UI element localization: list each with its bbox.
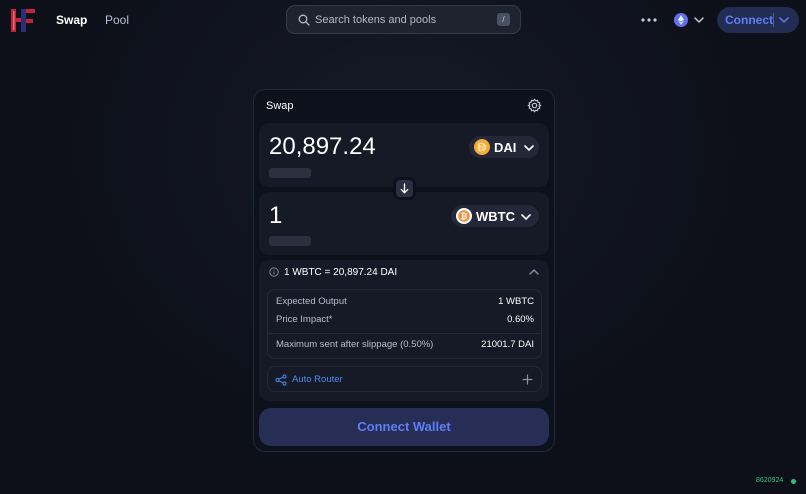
output-token-selector[interactable]: ₿ WBTC: [451, 205, 539, 227]
router-icon: [275, 374, 287, 386]
max-sent-row: Maximum sent after slippage (0.50%) 2100…: [276, 339, 534, 353]
swap-card: Swap 20,897.24 DAI 1 ₿ WBTC 1 WBTC = 20,…: [253, 89, 555, 452]
output-usd-placeholder: [269, 236, 311, 246]
nav-pool[interactable]: Pool: [105, 13, 129, 27]
output-panel: 1 ₿ WBTC: [259, 192, 549, 255]
search-bar[interactable]: /: [286, 5, 521, 34]
max-sent-label: Maximum sent after slippage (0.50%): [276, 339, 434, 350]
chevron-down-icon: [694, 17, 704, 24]
price-impact-row: Price Impact* 0.60%: [276, 314, 534, 328]
connect-label: Connect: [725, 13, 773, 27]
ethereum-icon: [674, 13, 688, 27]
expected-output-row: Expected Output 1 WBTC: [276, 296, 534, 310]
chevron-up-icon[interactable]: [529, 268, 539, 276]
switch-tokens-button[interactable]: [393, 177, 416, 200]
exchange-rate[interactable]: 1 WBTC = 20,897.24 DAI: [284, 267, 397, 278]
auto-router-label: Auto Router: [292, 374, 343, 385]
gear-icon[interactable]: [527, 98, 542, 113]
search-input[interactable]: [315, 10, 490, 30]
connect-divider: [773, 13, 774, 27]
wbtc-icon: ₿: [456, 208, 472, 224]
input-token-symbol: DAI: [494, 140, 517, 155]
hf-logo-icon[interactable]: [10, 8, 36, 33]
price-impact-value: 0.60%: [507, 314, 534, 325]
connect-button[interactable]: Connect: [717, 7, 799, 33]
expected-output-label: Expected Output: [276, 296, 347, 307]
arrow-down-icon: [400, 183, 409, 194]
chevron-down-icon: [524, 145, 534, 152]
swap-title: Swap: [266, 100, 294, 112]
nav-swap[interactable]: Swap: [56, 13, 87, 27]
max-sent-value: 21001.7 DAI: [481, 339, 534, 350]
output-token-symbol: WBTC: [476, 209, 515, 224]
status-dot: [791, 479, 796, 484]
trade-details-box: Expected Output 1 WBTC Price Impact* 0.6…: [267, 289, 542, 359]
input-token-selector[interactable]: DAI: [469, 136, 539, 158]
more-dots-icon[interactable]: [640, 17, 658, 23]
price-impact-label: Price Impact*: [276, 314, 333, 325]
plus-icon[interactable]: [522, 374, 533, 385]
input-amount[interactable]: 20,897.24: [269, 133, 376, 161]
output-amount[interactable]: 1: [269, 202, 282, 230]
top-navbar: Swap Pool / Connect: [0, 0, 806, 40]
network-selector[interactable]: [672, 11, 708, 29]
swap-details: 1 WBTC = 20,897.24 DAI Expected Output 1…: [259, 260, 549, 401]
block-number[interactable]: 8620924: [756, 477, 783, 484]
info-icon[interactable]: [269, 267, 279, 277]
expected-output-value: 1 WBTC: [498, 296, 534, 307]
input-usd-placeholder: [269, 168, 311, 178]
details-divider: [268, 333, 541, 334]
search-icon: [298, 14, 310, 26]
search-shortcut-key: /: [497, 13, 510, 26]
auto-router-row[interactable]: Auto Router: [267, 366, 542, 392]
svg-text:₿: ₿: [461, 212, 468, 221]
chevron-down-icon: [779, 17, 789, 24]
chevron-down-icon: [521, 214, 531, 221]
connect-wallet-button[interactable]: Connect Wallet: [259, 408, 549, 446]
dai-icon: [474, 139, 490, 155]
connect-wallet-label: Connect Wallet: [357, 419, 451, 434]
